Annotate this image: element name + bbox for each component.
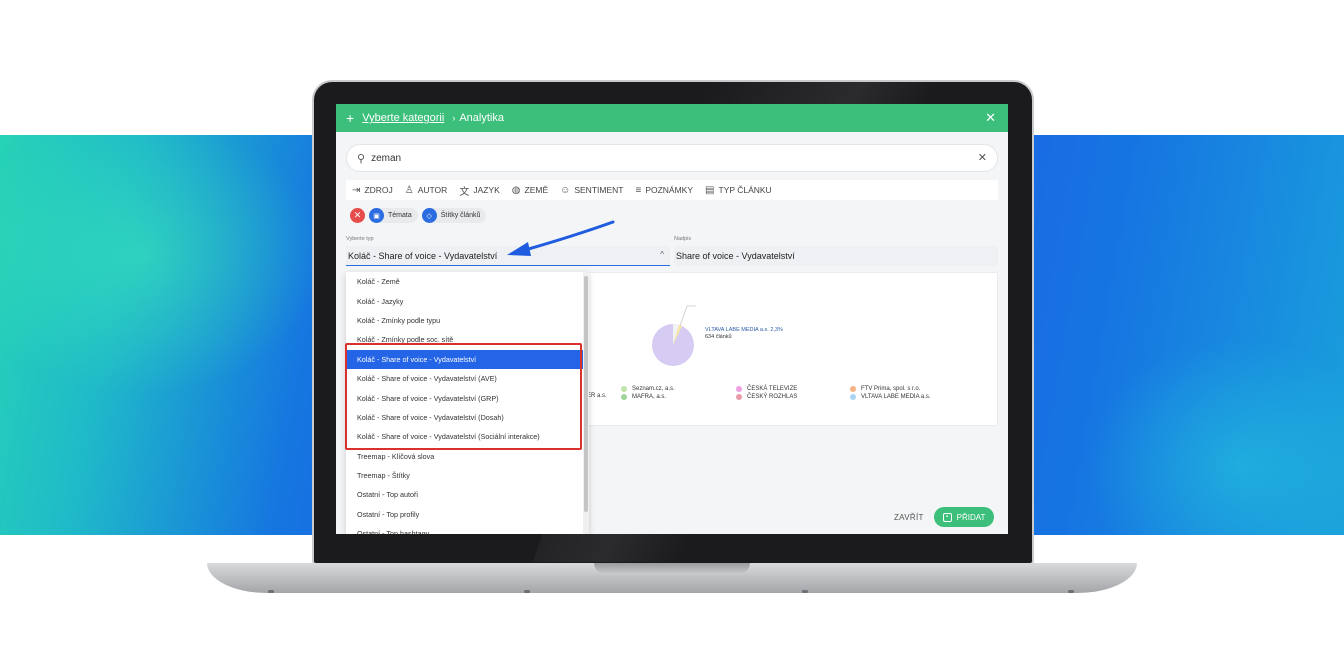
source-icon: ⇥: [352, 184, 361, 196]
filter-label: ZDROJ: [364, 185, 393, 195]
author-icon: ♙: [404, 184, 414, 196]
chip-topics[interactable]: ▣ Témata: [369, 208, 418, 223]
filter-notes[interactable]: ≡ POZNÁMKY: [635, 185, 693, 196]
filter-sentiment[interactable]: ☺ SENTIMENT: [560, 185, 623, 196]
language-icon: 文: [459, 186, 470, 198]
notes-icon: ≡: [635, 184, 642, 196]
app-screen: + Vyberte kategorii › Analytika ✕ ⚲ zema…: [336, 104, 1008, 534]
filter-label: ZEMĚ: [524, 185, 549, 195]
type-select-label: Vyberte typ: [346, 236, 374, 242]
legend-item[interactable]: ČESKÁ TELEVIZE: [736, 386, 797, 392]
laptop-foot: [524, 590, 530, 593]
add-button-label: PŘIDAT: [956, 512, 986, 522]
chip-label: Štítky článků: [440, 212, 481, 219]
legend-cut-label: ER a.s.: [587, 393, 607, 399]
dropdown-option[interactable]: Koláč - Zmínky podle typu: [346, 311, 589, 330]
legend-dot: [850, 394, 856, 400]
filter-label: JAZYK: [473, 185, 500, 195]
heading-field[interactable]: Share of voice - Vydavatelství: [674, 246, 998, 266]
filter-country[interactable]: ◍ ZEMĚ: [512, 185, 548, 196]
smiley-icon: ☺: [560, 184, 571, 196]
legend-label: Seznam.cz, a.s.: [632, 386, 675, 392]
dropdown-option[interactable]: Koláč - Share of voice - Vydavatelství (…: [346, 408, 589, 427]
laptop-foot: [1068, 590, 1074, 593]
dropdown-option[interactable]: Treemap - Klíčová slova: [346, 447, 589, 466]
legend-item[interactable]: FTV Prima, spol. s r.o.: [850, 386, 920, 392]
add-button[interactable]: ▪ PŘIDAT: [934, 507, 994, 527]
filter-label: POZNÁMKY: [645, 185, 694, 195]
filter-source[interactable]: ⇥ ZDROJ: [352, 185, 393, 196]
save-icon: ▪: [942, 512, 952, 522]
legend-item[interactable]: Seznam.cz, a.s.: [621, 386, 675, 392]
dropdown-option[interactable]: Koláč - Země: [346, 272, 589, 291]
legend-dot: [621, 394, 627, 400]
dropdown-option[interactable]: Koláč - Share of voice - Vydavatelství (…: [346, 369, 589, 388]
type-select[interactable]: Koláč - Share of voice - Vydavatelství ^: [346, 246, 670, 266]
chip-label: Témata: [388, 212, 412, 219]
legend-dot: [736, 394, 742, 400]
globe-icon: ◍: [511, 184, 521, 196]
heading-field-value: Share of voice - Vydavatelství: [676, 251, 795, 261]
filter-label: AUTOR: [417, 185, 448, 195]
marketing-stage: + Vyberte kategorii › Analytika ✕ ⚲ zema…: [0, 0, 1344, 672]
legend-label: ER a.s.: [587, 393, 607, 399]
legend-dot: [850, 386, 856, 392]
active-filter-chips: ✕ ▣ Témata ◇ Štítky článků: [350, 208, 487, 223]
type-select-value: Koláč - Share of voice - Vydavatelství: [348, 250, 498, 261]
breadcrumb-separator: ›: [452, 113, 456, 123]
dropdown-option[interactable]: Ostatní - Top autoři: [346, 485, 589, 504]
article-type-icon: ▤: [705, 184, 715, 196]
legend-label: MAFRA, a.s.: [632, 394, 667, 400]
legend-item[interactable]: ČESKÝ ROZHLAS: [736, 394, 797, 400]
laptop-foot: [802, 590, 808, 593]
dropdown-option[interactable]: Ostatní - Top hashtagy: [346, 524, 589, 534]
category-link[interactable]: Vyberte kategorii: [362, 112, 444, 124]
dropdown-scrollbar[interactable]: [583, 272, 589, 534]
filter-author[interactable]: ♙ AUTOR: [405, 185, 448, 196]
legend-label: ČESKÁ TELEVIZE: [747, 386, 798, 392]
dropdown-option[interactable]: Koláč - Share of voice - Vydavatelství (…: [346, 388, 589, 407]
legend-label: VLTAVA LABE MEDIA a.s.: [861, 394, 931, 400]
clear-filters-icon[interactable]: ✕: [350, 208, 365, 223]
close-icon[interactable]: ✕: [985, 110, 996, 126]
legend-label: ČESKÝ ROZHLAS: [747, 394, 798, 400]
pie-annotation-title: VLTAVA LABE MEDIA a.s. 2,3%: [705, 327, 783, 333]
legend-item[interactable]: MAFRA, a.s.: [621, 394, 666, 400]
dialog-title: Analytika: [459, 112, 504, 124]
filter-label: SENTIMENT: [574, 185, 624, 195]
dropdown-option[interactable]: Koláč - Share of voice - Vydavatelství (…: [346, 427, 589, 446]
chip-tags[interactable]: ◇ Štítky článků: [421, 208, 487, 223]
search-icon: ⚲: [357, 152, 366, 165]
type-dropdown-menu: Koláč - Země Koláč - Jazyky Koláč - Zmín…: [346, 272, 589, 534]
filter-bar: ⇥ ZDROJ ♙ AUTOR 文 JAZYK ◍ ZEMĚ ☺ SENTIMENT ≡ P…: [346, 180, 998, 200]
laptop-notch: [594, 563, 750, 573]
filter-label: TYP ČLÁNKU: [718, 185, 772, 195]
pie-annotation-sub: 634 článků: [705, 333, 732, 340]
search-bar[interactable]: ⚲ zeman ✕: [346, 144, 998, 172]
dropdown-option[interactable]: Treemap - Štítky: [346, 466, 589, 485]
heading-field-label: Nadpis: [674, 236, 692, 242]
search-input[interactable]: zeman: [371, 153, 401, 164]
dropdown-option[interactable]: Koláč - Zmínky podle soc. sítě: [346, 330, 589, 349]
legend-label: FTV Prima, spol. s r.o.: [861, 386, 921, 392]
close-button[interactable]: ZAVŘÍT: [894, 513, 924, 522]
plus-icon[interactable]: +: [346, 110, 354, 126]
dropdown-option-selected[interactable]: Koláč - Share of voice - Vydavatelství: [346, 349, 589, 369]
filter-article-type[interactable]: ▤ TYP ČLÁNKU: [705, 185, 772, 196]
legend-item[interactable]: VLTAVA LABE MEDIA a.s.: [850, 394, 931, 400]
legend-dot: [621, 386, 627, 392]
tags-icon: ◇: [421, 208, 437, 223]
dropdown-option[interactable]: Ostatní - Top profily: [346, 505, 589, 524]
laptop-foot: [268, 590, 274, 593]
dropdown-option[interactable]: Koláč - Jazyky: [346, 291, 589, 310]
legend-dot: [736, 386, 742, 392]
chevron-up-icon[interactable]: ^: [660, 250, 664, 259]
topics-icon: ▣: [369, 208, 384, 223]
dialog-header: + Vyberte kategorii › Analytika ✕: [336, 104, 1008, 132]
filter-language[interactable]: 文 JAZYK: [459, 183, 499, 198]
clear-icon[interactable]: ✕: [978, 151, 987, 164]
pie-leader-line: [679, 305, 688, 327]
scrollbar-thumb[interactable]: [584, 276, 588, 512]
